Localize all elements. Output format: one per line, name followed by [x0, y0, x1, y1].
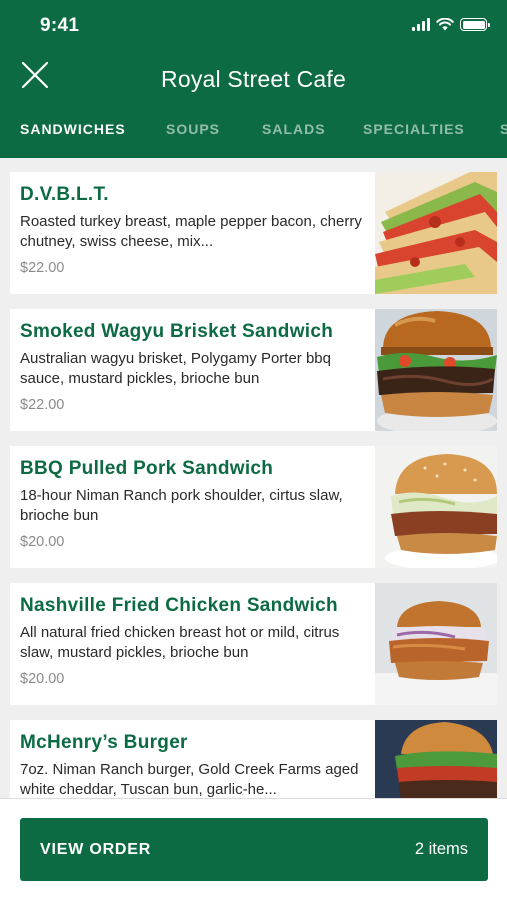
- menu-item-name: BBQ Pulled Pork Sandwich: [20, 458, 274, 479]
- tab-specialties[interactable]: SPECIALTIES: [363, 121, 465, 137]
- menu-item-description: Australian wagyu brisket, Polygamy Porte…: [20, 350, 331, 387]
- menu-item-text: Smoked Wagyu Brisket Sandwich Australian…: [10, 309, 375, 431]
- menu-item-card[interactable]: Nashville Fried Chicken Sandwich All nat…: [10, 583, 497, 705]
- menu-item-price: $22.00: [20, 260, 65, 276]
- menu-item-text: McHenry’s Burger 7oz. Niman Ranch burger…: [10, 720, 375, 798]
- menu-item-name: McHenry’s Burger: [20, 732, 188, 753]
- tab-more[interactable]: S: [500, 121, 507, 137]
- status-bar: 9:41: [0, 0, 507, 50]
- fried-chicken-sandwich-photo: [375, 583, 497, 705]
- order-item-count: 2 items: [414, 840, 468, 858]
- menu-item-name: Nashville Fried Chicken Sandwich: [20, 595, 338, 616]
- wifi-icon: [436, 18, 454, 31]
- pulled-pork-sandwich-photo: [375, 446, 497, 568]
- tab-soups[interactable]: SOUPS: [166, 121, 220, 137]
- battery-icon: [460, 18, 490, 31]
- status-icons: [412, 18, 490, 31]
- tab-sandwiches[interactable]: SANDWICHES: [20, 121, 126, 137]
- view-order-label: VIEW ORDER: [40, 840, 152, 858]
- menu-item-description: Roasted turkey breast, maple pepper baco…: [20, 213, 362, 250]
- tab-salads[interactable]: SALADS: [262, 121, 326, 137]
- menu-item-card[interactable]: Smoked Wagyu Brisket Sandwich Australian…: [10, 309, 497, 431]
- menu-item-card[interactable]: McHenry’s Burger 7oz. Niman Ranch burger…: [10, 720, 497, 798]
- menu-item-price: $20.00: [20, 671, 65, 687]
- menu-item-text: Nashville Fried Chicken Sandwich All nat…: [10, 583, 375, 705]
- status-time: 9:41: [40, 15, 80, 36]
- view-order-button[interactable]: VIEW ORDER 2 items: [20, 818, 488, 881]
- menu-item-description: All natural fried chicken breast hot or …: [20, 624, 340, 661]
- menu-item-text: BBQ Pulled Pork Sandwich 18-hour Niman R…: [10, 446, 375, 568]
- menu-item-description: 18-hour Niman Ranch pork shoulder, cirtu…: [20, 487, 343, 524]
- menu-item-description: 7oz. Niman Ranch burger, Gold Creek Farm…: [20, 761, 359, 798]
- signal-icon: [412, 18, 430, 31]
- blt-sandwich-photo: [375, 172, 497, 294]
- menu-item-price: $22.00: [20, 397, 65, 413]
- burger-photo: [375, 720, 497, 798]
- app-screen: 9:41 Royal Street Cafe SANDWICHES SOUPS …: [0, 0, 507, 900]
- menu-item-name: Smoked Wagyu Brisket Sandwich: [20, 321, 334, 342]
- category-tabs: SANDWICHES SOUPS SALADS SPECIALTIES S: [0, 118, 507, 158]
- page-title: Royal Street Cafe: [161, 66, 346, 92]
- menu-item-card[interactable]: BBQ Pulled Pork Sandwich 18-hour Niman R…: [10, 446, 497, 568]
- menu-item-card[interactable]: D.V.B.L.T. Roasted turkey breast, maple …: [10, 172, 497, 294]
- menu-item-name: D.V.B.L.T.: [20, 184, 109, 205]
- header: 9:41 Royal Street Cafe SANDWICHES SOUPS …: [0, 0, 507, 158]
- brisket-sandwich-photo: [375, 309, 497, 431]
- menu-list[interactable]: D.V.B.L.T. Roasted turkey breast, maple …: [0, 158, 507, 798]
- menu-item-price: $20.00: [20, 534, 65, 550]
- footer: VIEW ORDER 2 items: [0, 798, 507, 900]
- menu-item-text: D.V.B.L.T. Roasted turkey breast, maple …: [10, 172, 375, 294]
